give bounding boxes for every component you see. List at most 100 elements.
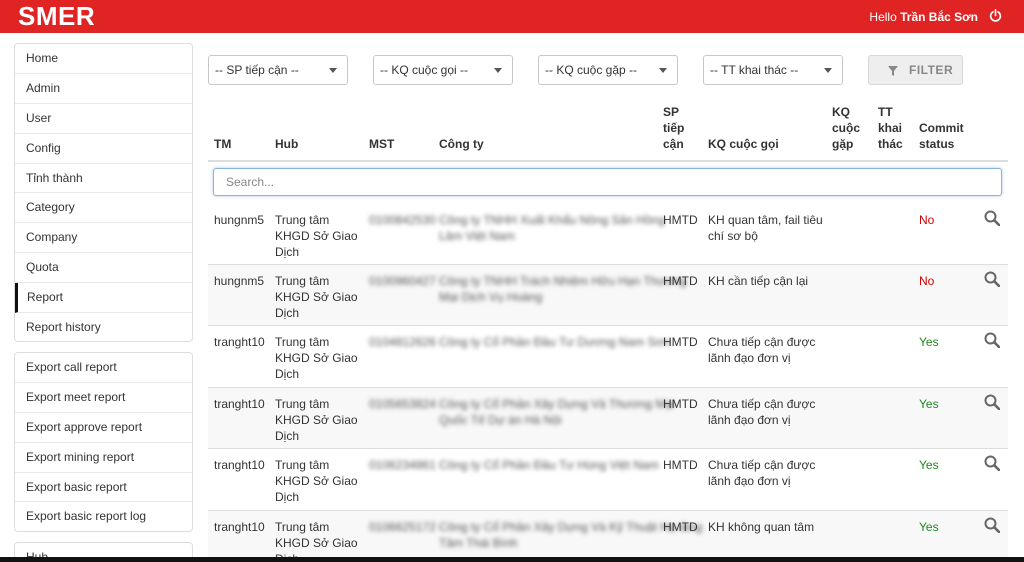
cell-hub-line: Trung tâm [275, 335, 330, 349]
sidebar-item-t-nh-th-nh[interactable]: Tỉnh thành [15, 164, 192, 194]
cell-sp: HMTD [663, 335, 698, 349]
search-icon[interactable] [984, 271, 1000, 287]
col-mst[interactable]: MST [369, 136, 394, 152]
col-tt-line: khai [878, 121, 903, 135]
cell-kq-call: KH cần tiếp cận lại [708, 273, 808, 289]
status-badge: Yes [919, 458, 939, 472]
cell-kq-call: Chưa tiếp cận được lãnh đạo đơn vị [708, 396, 815, 428]
cell-tm: tranght10 [214, 458, 265, 472]
cell-hub-line: Trung tâm [275, 274, 330, 288]
search-icon[interactable] [984, 394, 1000, 410]
cell-company: Công ty Cổ Phần Đầu Tư Dương Nam Sơn [439, 334, 670, 350]
window-bottom-edge [0, 557, 1024, 562]
status-badge: Yes [919, 520, 939, 534]
cell-tm: tranght10 [214, 335, 265, 349]
brand-logo[interactable]: SMER [18, 1, 95, 32]
cell-mst: 0106625172 [369, 520, 436, 534]
table-row[interactable]: hungnm5 Trung tâm KHGD Sở Giao Dịch 01009604… [208, 265, 1008, 326]
cell-sp: HMTD [663, 458, 698, 472]
cell-kq-call-line: chí sơ bộ [708, 229, 758, 243]
kq-call-filter-select[interactable]: -- KQ cuộc gọi -- [373, 55, 513, 85]
cell-hub-line: KHGD Sở Giao [275, 351, 358, 365]
search-icon[interactable] [984, 332, 1000, 348]
sidebar-item-company[interactable]: Company [15, 223, 192, 254]
table-row[interactable]: tranght10 Trung tâm KHGD Sở Giao Dịch 010481… [208, 326, 1008, 388]
cell-kq-call: KH không quan tâm [708, 519, 814, 535]
sidebar-item-category[interactable]: Category [15, 193, 192, 224]
col-commit-line: status [919, 137, 955, 151]
cell-hub-line: KHGD Sở Giao [275, 290, 358, 304]
table-row[interactable]: tranght10 Trung tâm KHGD Sở Giao Dịch 010565… [208, 388, 1008, 449]
cell-company: Công ty Cổ Phần Đầu Tư Hùng Việt Nam [439, 457, 659, 473]
search-icon[interactable] [984, 517, 1000, 533]
table-row[interactable]: tranght10 Trung tâm KHGD Sở Giao Dịch 010623… [208, 449, 1008, 511]
cell-hub-line: Dịch [275, 429, 300, 443]
sidebar-item-config[interactable]: Config [15, 134, 192, 164]
col-kq-call[interactable]: KQ cuộc gọi [708, 136, 779, 152]
kq-meet-filter-select[interactable]: -- KQ cuộc gặp -- [538, 55, 678, 85]
col-kq-meet-line: gặp [832, 137, 854, 151]
col-tt-line: thác [878, 137, 903, 151]
sidebar-item-quota[interactable]: Quota [15, 253, 192, 284]
sidebar-item-export-approve-report[interactable]: Export approve report [15, 413, 192, 443]
cell-hub: Trung tâmKHGD Sở GiaoDịch [275, 334, 358, 382]
sp-filter-select[interactable]: -- SP tiếp cận -- [208, 55, 348, 85]
col-kq-meet-line: KQ [832, 105, 850, 119]
sidebar-item-report-history[interactable]: Report history [15, 313, 192, 341]
cell-kq-call-line: Chưa tiếp cận được [708, 458, 816, 472]
cell-kq-call: KH quan tâm, fail tiêu chí sơ bộ [708, 212, 823, 244]
cell-sp: HMTD [663, 397, 698, 411]
sidebar-item-export-call-report[interactable]: Export call report [15, 353, 192, 383]
cell-hub-line: Dịch [275, 245, 300, 259]
col-commit-status[interactable]: Commit status [919, 120, 964, 152]
col-company[interactable]: Công ty [439, 136, 484, 152]
col-sp-line: tiếp [663, 121, 685, 135]
cell-hub-line: KHGD Sở Giao [275, 413, 358, 427]
cell-company-line: Công ty Cổ Phần Đầu Tư Dương Nam Sơn [439, 335, 671, 349]
cell-hub-line: KHGD Sở Giao [275, 536, 358, 550]
cell-kq-call: Chưa tiếp cận được lãnh đạo đơn vị [708, 457, 815, 489]
cell-kq-call-line: KH không quan tâm [708, 520, 815, 534]
sidebar-item-user[interactable]: User [15, 104, 192, 134]
cell-mst: 0104812626 [369, 335, 436, 349]
sidebar-item-export-mining-report[interactable]: Export mining report [15, 443, 192, 473]
table-row[interactable]: tranght10Trung tâmKHGD Sở GiaoDịch010662… [208, 511, 1008, 562]
cell-tm: hungnm5 [214, 274, 265, 288]
chevron-down-icon [659, 68, 667, 73]
funnel-icon [888, 66, 898, 76]
cell-hub: Trung tâmKHGD Sở GiaoDịch [275, 519, 358, 562]
cell-hub-line: KHGD Sở Giao [275, 229, 358, 243]
sidebar-export-menu: Export call report Export meet report Expo… [14, 352, 193, 532]
power-icon[interactable] [989, 9, 1002, 22]
col-tm[interactable]: TM [214, 136, 231, 152]
sidebar-item-export-meet-report[interactable]: Export meet report [15, 383, 192, 413]
cell-company-line: Quốc Tế Dự án Hà Nội [439, 413, 562, 427]
cell-tm: hungnm5 [214, 213, 265, 227]
col-tt[interactable]: TT khai thác [878, 104, 903, 152]
cell-sp: HMTD [663, 213, 698, 227]
search-icon[interactable] [984, 210, 1000, 226]
cell-kq-call-line: lãnh đạo đơn vị [708, 474, 791, 488]
sidebar-item-export-basic-report-log[interactable]: Export basic report log [15, 502, 192, 531]
table-row[interactable]: hungnm5 Trung tâm KHGD Sở Giao Dịch 01008425… [208, 204, 1008, 265]
cell-kq-call-line: KH cần tiếp cận lại [708, 274, 809, 288]
sidebar-item-report[interactable]: Report [15, 283, 192, 314]
user-name[interactable]: Trần Bắc Sơn [900, 10, 978, 24]
sidebar-item-export-basic-report[interactable]: Export basic report [15, 473, 192, 503]
col-hub[interactable]: Hub [275, 136, 298, 152]
cell-kq-call-line: Chưa tiếp cận được [708, 335, 816, 349]
col-sp[interactable]: SP tiếp cận [663, 104, 684, 152]
status-badge: Yes [919, 335, 939, 349]
col-kq-meet[interactable]: KQ cuộc gặp [832, 104, 860, 152]
search-icon[interactable] [984, 455, 1000, 471]
chevron-down-icon [494, 68, 502, 73]
cell-company-line: Mại Dịch Vụ Hoàng [439, 290, 543, 304]
sidebar-item-home[interactable]: Home [15, 44, 192, 74]
table-search-input[interactable]: Search... [213, 168, 1002, 196]
tt-filter-select[interactable]: -- TT khai thác -- [703, 55, 843, 85]
cell-hub-line: KHGD Sở Giao [275, 474, 358, 488]
col-tt-line: TT [878, 105, 893, 119]
filter-button[interactable]: FILTER [868, 55, 963, 85]
sidebar-item-admin[interactable]: Admin [15, 74, 192, 104]
sp-filter-value: -- SP tiếp cận -- [215, 63, 299, 77]
